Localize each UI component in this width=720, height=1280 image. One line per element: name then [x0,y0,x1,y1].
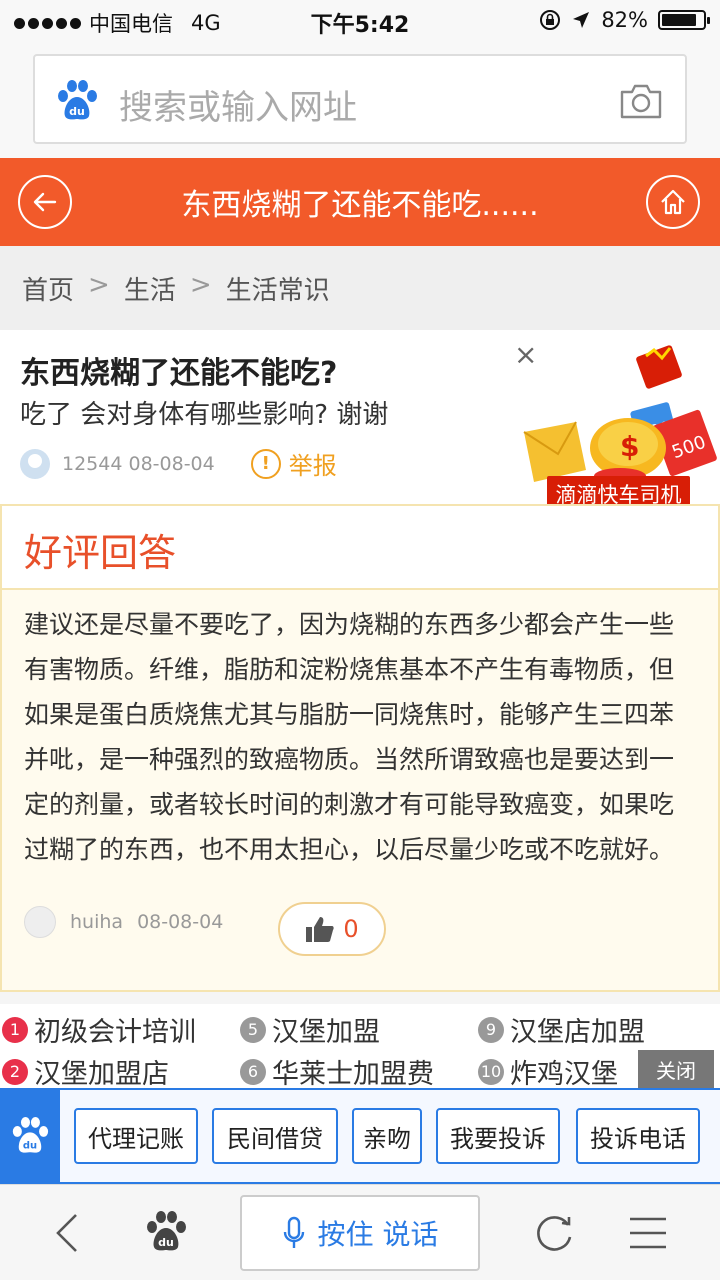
close-button[interactable]: 关闭 [638,1050,714,1088]
voice-input-label: 按住 说话 [317,1218,439,1251]
carrier-name: 中国电信 [89,12,173,36]
related-item[interactable]: 9 汉堡店加盟 [478,1010,645,1049]
svg-text:du: du [23,1141,37,1152]
like-count: 0 [343,915,359,943]
search-input[interactable]: du 搜索或输入网址 [33,54,687,144]
camera-icon[interactable] [619,82,663,120]
battery-icon [658,10,710,30]
question-description: 吃了 会对身体有哪些影响? 谢谢 [20,400,389,430]
bottom-toolbar: du 按住 说话 [0,1184,720,1280]
rank-badge: 10 [478,1058,504,1085]
svg-text:du: du [158,1236,174,1249]
rank-badge: 5 [240,1016,266,1043]
signal-strength-icon [14,17,81,29]
related-label: 汉堡加盟店 [34,1059,169,1090]
question-title: 东西烧糊了还能不能吃? [20,356,338,391]
related-label: 炸鸡汉堡 [510,1059,618,1090]
answerer-avatar [24,906,56,938]
related-label: 初级会计培训 [34,1017,196,1048]
rank-badge: 9 [478,1016,504,1043]
related-item[interactable]: 2 汉堡加盟店 [2,1052,169,1091]
asker-and-date: 12544 08-08-04 [62,452,215,475]
answer-date: 08-08-04 [137,911,224,933]
answer-text: 建议还是尽量不要吃了，因为烧糊的东西多少都会产生一些有害物质。纤维，脂肪和淀粉烧… [24,610,675,864]
related-label: 汉堡店加盟 [510,1017,645,1048]
question-meta: 12544 08-08-04 ! 举报 [20,446,337,481]
answer-body: 建议还是尽量不要吃了，因为烧糊的东西多少都会产生一些有害物质。纤维，脂肪和淀粉烧… [2,590,718,990]
search-placeholder: 搜索或输入网址 [119,88,357,128]
baidu-logo: du [0,1090,60,1182]
rank-badge: 6 [240,1058,266,1085]
like-button[interactable]: 0 [278,902,386,956]
related-item[interactable]: 6 华莱士加盟费 [240,1052,434,1091]
carrier-info: 中国电信 4G [14,8,221,38]
back-arrow-icon [33,192,57,212]
answerer-name: huiha [70,911,124,933]
best-answer-card: 好评回答 建议还是尽量不要吃了，因为烧糊的东西多少都会产生一些有害物质。纤维，脂… [0,504,720,992]
keyword-tag[interactable]: 亲吻 [352,1108,422,1164]
menu-icon[interactable] [628,1213,668,1253]
network-type: 4G [191,11,221,35]
keyword-tag[interactable]: 投诉电话 [576,1108,700,1164]
status-right: 82% [539,8,710,32]
related-item[interactable]: 1 初级会计培训 [2,1010,196,1049]
keyword-tag[interactable]: 代理记账 [74,1108,198,1164]
breadcrumb: 首页 > 生活 > 生活常识 [0,246,720,330]
report-label: 举报 [288,452,337,480]
related-label: 华莱士加盟费 [272,1059,434,1090]
breadcrumb-home[interactable]: 首页 [22,270,74,307]
battery-percent: 82% [601,8,648,32]
related-label: 汉堡加盟 [272,1017,380,1048]
related-item[interactable]: 5 汉堡加盟 [240,1010,380,1049]
answer-section-label: 好评回答 [24,531,177,575]
baidu-paw-icon: du [58,80,97,120]
location-arrow-icon [573,12,590,28]
thumbs-up-icon [306,917,335,942]
answer-meta: huiha 08-08-04 [24,906,223,938]
back-chevron-icon[interactable] [52,1211,82,1255]
related-searches: 1 初级会计培训 5 汉堡加盟 9 汉堡店加盟 2 汉堡加盟店 6 华莱士加盟费… [0,1004,720,1092]
breadcrumb-separator: > [189,270,212,300]
status-bar: 中国电信 4G 下午5:42 82% [0,0,720,40]
svg-text:du: du [69,105,85,118]
warning-icon: ! [250,448,281,479]
keyword-tag-bar: du 代理记账 民间借贷 亲吻 我要投诉 投诉电话 [0,1088,720,1184]
report-button[interactable]: ! 举报 [250,446,337,481]
keyword-tag[interactable]: 民间借贷 [212,1108,338,1164]
answer-header: 好评回答 [2,506,718,590]
breadcrumb-common-sense[interactable]: 生活常识 [226,270,330,307]
svg-text:$: $ [620,430,639,463]
breadcrumb-life[interactable]: 生活 [124,270,176,307]
home-button[interactable] [646,175,700,229]
rotation-lock-icon [540,10,561,30]
search-area: du 搜索或输入网址 [0,40,720,158]
breadcrumb-separator: > [88,270,110,300]
keyword-tag[interactable]: 我要投诉 [436,1108,560,1164]
microphone-icon [283,1216,304,1248]
refresh-icon[interactable] [532,1211,576,1255]
baidu-home-icon[interactable]: du [144,1211,188,1253]
asker-avatar [20,448,50,479]
page-title: 东西烧糊了还能不能吃...... [181,188,539,223]
voice-input-button[interactable]: 按住 说话 [240,1195,480,1271]
rank-badge: 1 [2,1016,28,1043]
page-header: 东西烧糊了还能不能吃...... [0,158,720,246]
rank-badge: 2 [2,1058,28,1085]
back-button[interactable] [18,175,72,229]
related-item[interactable]: 10 炸鸡汉堡 [478,1052,618,1091]
home-icon [661,189,685,215]
baidu-paw-icon: du [12,1117,49,1153]
